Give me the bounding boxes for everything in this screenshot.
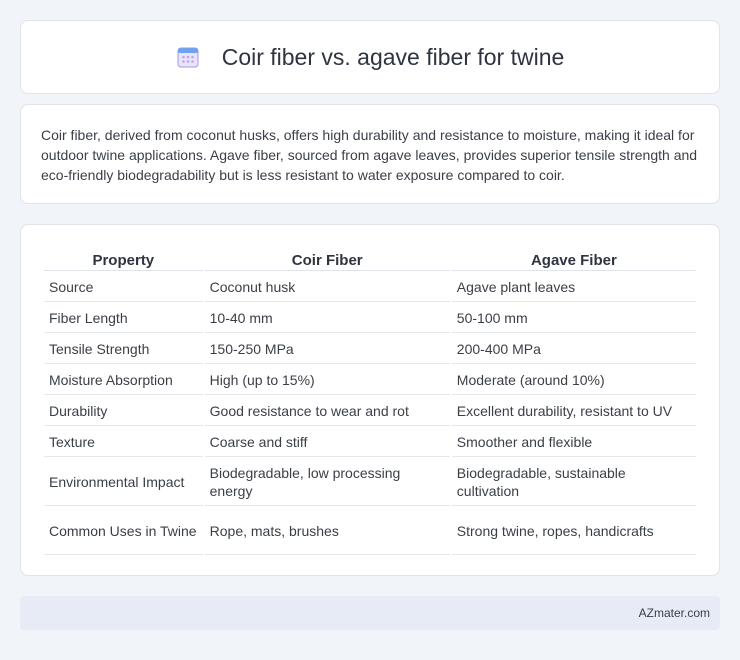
table-row: Common Uses in Twine Rope, mats, brushes… [44,508,696,555]
table-row: Fiber Length 10-40 mm 50-100 mm [44,304,696,333]
table-cell: Texture [44,428,203,457]
table-cell: High (up to 15%) [204,366,450,395]
table-row: Texture Coarse and stiff Smoother and fl… [44,428,696,457]
table-cell: Fiber Length [44,304,203,333]
column-header-property: Property [44,247,203,271]
table-cell: Common Uses in Twine [44,508,203,555]
table-row: Environmental Impact Biodegradable, low … [44,459,696,506]
table-row: Durability Good resistance to wear and r… [44,397,696,426]
table-cell: Strong twine, ropes, handicrafts [451,508,696,555]
table-cell: Tensile Strength [44,335,203,364]
title-card: Coir fiber vs. agave fiber for twine [20,20,720,94]
table-cell: 150-250 MPa [204,335,450,364]
comparison-table: Property Coir Fiber Agave Fiber Source C… [42,245,698,557]
table-cell: Durability [44,397,203,426]
table-cell: 50-100 mm [451,304,696,333]
table-cell: Biodegradable, sustainable cultivation [451,459,696,506]
table-cell: Smoother and flexible [451,428,696,457]
table-cell: Excellent durability, resistant to UV [451,397,696,426]
table-cell: 10-40 mm [204,304,450,333]
column-header-agave: Agave Fiber [451,247,696,271]
table-cell: Agave plant leaves [451,273,696,302]
intro-paragraph: Coir fiber, derived from coconut husks, … [41,127,698,183]
footer-site-name: AZmater.com [638,606,710,620]
footer-bar: AZmater.com [20,596,720,630]
table-header-row: Property Coir Fiber Agave Fiber [44,247,696,271]
page-title: Coir fiber vs. agave fiber for twine [221,43,565,70]
table-cell: Coarse and stiff [204,428,450,457]
table-cell: Biodegradable, low processing energy [204,459,450,506]
table-cell: Rope, mats, brushes [204,508,450,555]
table-cell: Moderate (around 10%) [451,366,696,395]
table-cell: Moisture Absorption [44,366,203,395]
calendar-icon [177,47,199,68]
column-header-coir: Coir Fiber [204,247,450,271]
table-cell: Good resistance to wear and rot [204,397,450,426]
table-cell: 200-400 MPa [451,335,696,364]
intro-card: Coir fiber, derived from coconut husks, … [20,104,720,204]
table-cell: Environmental Impact [44,459,203,506]
comparison-table-card: Property Coir Fiber Agave Fiber Source C… [20,224,720,576]
table-row: Tensile Strength 150-250 MPa 200-400 MPa [44,335,696,364]
table-row: Source Coconut husk Agave plant leaves [44,273,696,302]
table-cell: Coconut husk [204,273,450,302]
table-cell: Source [44,273,203,302]
table-row: Moisture Absorption High (up to 15%) Mod… [44,366,696,395]
